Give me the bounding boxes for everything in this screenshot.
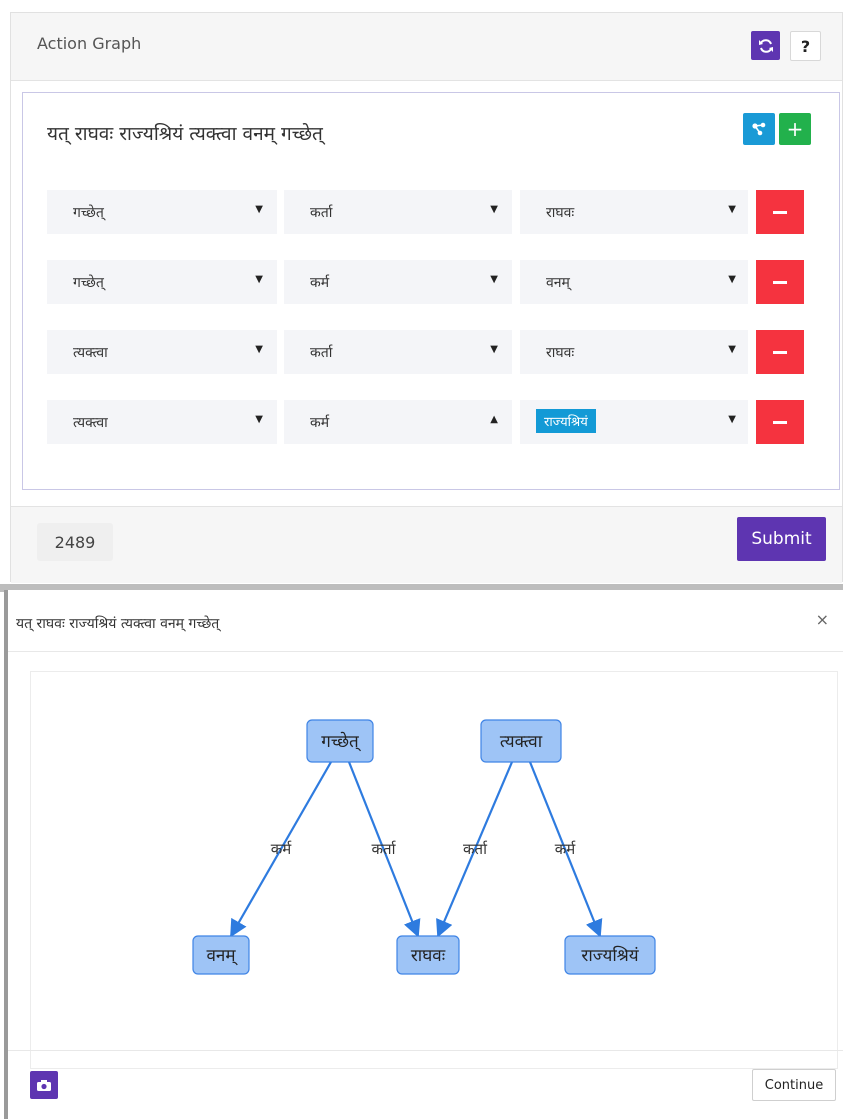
caret-down-icon: ▼ — [255, 204, 263, 215]
graph-node[interactable]: राज्यश्रियं — [564, 935, 656, 975]
source-value: गच्छेत् — [73, 275, 104, 291]
graph-node[interactable]: वनम् — [192, 935, 250, 975]
target-select[interactable]: राघवः ▼ — [520, 190, 748, 234]
graph-node-label: राज्यश्रियं — [581, 945, 639, 966]
remove-row-button[interactable] — [756, 330, 804, 374]
target-value: वनम् — [546, 275, 570, 291]
minus-icon — [773, 420, 787, 424]
source-value: गच्छेत् — [73, 205, 104, 221]
refresh-icon — [758, 38, 773, 53]
graph-node-label: वनम् — [206, 946, 238, 966]
relation-value: कर्ता — [310, 345, 333, 361]
remove-row-button[interactable] — [756, 260, 804, 304]
graph-edge-label: कर्म — [555, 840, 577, 858]
minus-icon — [773, 280, 787, 284]
caret-down-icon: ▼ — [728, 414, 736, 425]
close-icon[interactable]: × — [816, 610, 829, 629]
caret-down-icon: ▼ — [728, 204, 736, 215]
source-value: त्यक्त्वा — [73, 345, 108, 361]
relation-value: कर्म — [310, 275, 330, 291]
graph-node-label: गच्छेत् — [321, 731, 361, 752]
relation-row: त्यक्त्वा ▼ कर्म ▲ राज्यश्रियं ▼ — [23, 400, 839, 444]
caret-up-icon: ▲ — [490, 414, 498, 425]
caret-down-icon: ▼ — [490, 204, 498, 215]
graph-node[interactable]: गच्छेत् — [306, 719, 374, 763]
relation-value: कर्म — [310, 415, 330, 431]
remove-row-button[interactable] — [756, 190, 804, 234]
continue-button[interactable]: Continue — [752, 1069, 836, 1101]
caret-down-icon: ▼ — [728, 274, 736, 285]
sentence-counter: 2489 — [37, 523, 113, 561]
graph-edge-label: कर्म — [271, 840, 293, 858]
minus-icon — [773, 350, 787, 354]
sentence-text: यत् राघवः राज्यश्रियं त्यक्त्वा वनम् गच्… — [47, 123, 323, 145]
modal-footer: Continue — [8, 1050, 843, 1119]
relation-row: त्यक्त्वा ▼ कर्ता ▼ राघवः ▼ — [23, 330, 839, 374]
refresh-button[interactable] — [751, 31, 780, 60]
target-select[interactable]: राज्यश्रियं ▼ — [520, 400, 748, 444]
card-header: Action Graph ? — [11, 13, 842, 81]
graph-modal: यत् राघवः राज्यश्रियं त्यक्त्वा वनम् गच्… — [4, 590, 843, 1119]
target-value: राघवः — [546, 205, 575, 221]
source-select[interactable]: गच्छेत् ▼ — [47, 260, 277, 304]
relations-panel: यत् राघवः राज्यश्रियं त्यक्त्वा वनम् गच्… — [22, 92, 840, 490]
caret-down-icon: ▼ — [255, 274, 263, 285]
relation-select[interactable]: कर्ता ▼ — [284, 190, 512, 234]
modal-title: यत् राघवः राज्यश्रियं त्यक्त्वा वनम् गच्… — [16, 616, 220, 632]
source-value: त्यक्त्वा — [73, 415, 108, 431]
modal-header: यत् राघवः राज्यश्रियं त्यक्त्वा वनम् गच्… — [8, 590, 843, 652]
target-select[interactable]: राघवः ▼ — [520, 330, 748, 374]
relation-row: गच्छेत् ▼ कर्म ▼ वनम् ▼ — [23, 260, 839, 304]
graph-edge-label: कर्ता — [463, 840, 488, 858]
caret-down-icon: ▼ — [728, 344, 736, 355]
add-row-button[interactable]: + — [779, 113, 811, 145]
caret-down-icon: ▼ — [255, 344, 263, 355]
source-select[interactable]: त्यक्त्वा ▼ — [47, 400, 277, 444]
graph-edge-label: कर्ता — [372, 840, 397, 858]
submit-button[interactable]: Submit — [737, 517, 826, 561]
caret-down-icon: ▼ — [255, 414, 263, 425]
relation-select[interactable]: कर्म ▲ — [284, 400, 512, 444]
relation-value: कर्ता — [310, 205, 333, 221]
minus-icon — [773, 210, 787, 214]
relation-row: गच्छेत् ▼ कर्ता ▼ राघवः ▼ — [23, 190, 839, 234]
help-button[interactable]: ? — [790, 31, 821, 61]
source-select[interactable]: गच्छेत् ▼ — [47, 190, 277, 234]
graph-node[interactable]: राघवः — [396, 935, 460, 975]
graph-canvas[interactable]: कर्म कर्ता कर्ता कर्म गच्छेत् त्यक्त्वा वनम् रा… — [30, 671, 838, 1069]
target-value: राज्यश्रियं — [536, 409, 596, 433]
graph-node[interactable]: त्यक्त्वा — [480, 719, 562, 763]
share-graph-icon — [752, 122, 766, 136]
relation-select[interactable]: कर्म ▼ — [284, 260, 512, 304]
remove-row-button[interactable] — [756, 400, 804, 444]
caret-down-icon: ▼ — [490, 344, 498, 355]
screenshot-button[interactable] — [30, 1071, 58, 1099]
card-title: Action Graph — [37, 34, 142, 53]
target-select[interactable]: वनम् ▼ — [520, 260, 748, 304]
camera-icon — [37, 1080, 51, 1091]
relation-select[interactable]: कर्ता ▼ — [284, 330, 512, 374]
target-value: राघवः — [546, 345, 575, 361]
graph-node-label: राघवः — [411, 946, 446, 966]
show-graph-button[interactable] — [743, 113, 775, 145]
graph-svg: कर्म कर्ता कर्ता कर्म गच्छेत् त्यक्त्वा वनम् रा… — [192, 719, 656, 975]
action-graph-card: Action Graph ? यत् राघवः राज्यश्रियं त्य… — [10, 12, 843, 583]
card-footer: 2489 Submit — [11, 506, 842, 583]
caret-down-icon: ▼ — [490, 274, 498, 285]
graph-node-label: त्यक्त्वा — [500, 732, 543, 752]
source-select[interactable]: त्यक्त्वा ▼ — [47, 330, 277, 374]
